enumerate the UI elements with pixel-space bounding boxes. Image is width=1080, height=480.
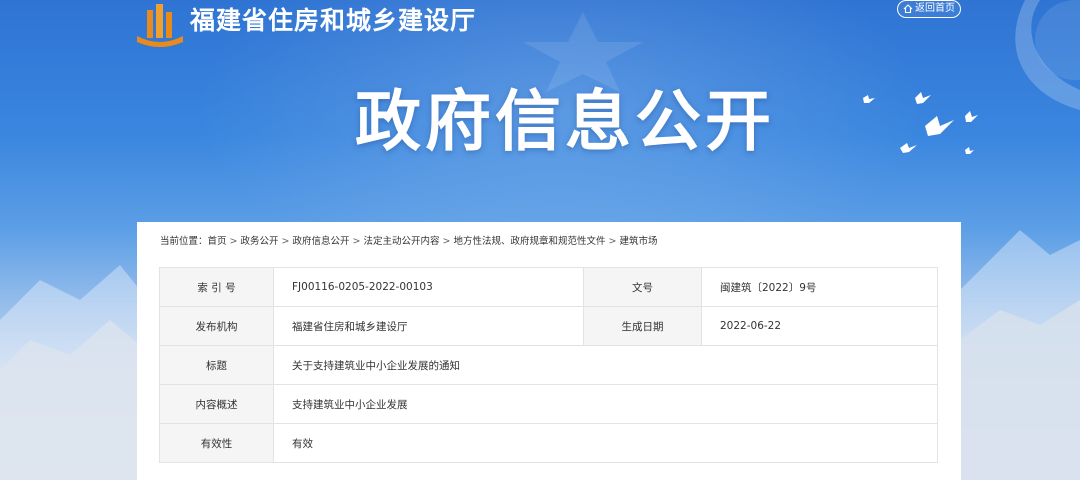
swoosh-decoration xyxy=(1015,0,1080,110)
site-title: 福建省住房和城乡建设厅 xyxy=(190,6,477,35)
index-value: FJ00116-0205-2022-00103 xyxy=(273,267,584,307)
doc-no-value: 闽建筑〔2022〕9号 xyxy=(701,267,938,307)
breadcrumb: 当前位置：首页 > 政务公开 > 政府信息公开 > 法定主动公开内容 > 地方性法规、政府规章和… xyxy=(160,235,657,249)
breadcrumb-separator: > xyxy=(608,236,617,247)
breadcrumb-separator: > xyxy=(229,236,238,247)
title-value: 关于支持建筑业中小企业发展的通知 xyxy=(273,345,938,385)
doves-decoration xyxy=(863,92,978,154)
index-label: 索 引 号 xyxy=(159,267,274,307)
breadcrumb-item-regulations[interactable]: 地方性法规、政府规章和规范性文件 xyxy=(453,236,605,247)
home-button-label: 返回首页 xyxy=(915,3,955,14)
doc-no-label: 文号 xyxy=(583,267,702,307)
summary-label: 内容概述 xyxy=(159,384,274,424)
issuer-label: 发布机构 xyxy=(159,306,274,346)
breadcrumb-item-home[interactable]: 首页 xyxy=(208,236,227,247)
summary-value: 支持建筑业中小企业发展 xyxy=(273,384,938,424)
home-button[interactable]: 返回首页 xyxy=(897,0,961,18)
breadcrumb-item-construction-market[interactable]: 建筑市场 xyxy=(619,236,657,247)
breadcrumb-item-statutory[interactable]: 法定主动公开内容 xyxy=(363,236,439,247)
breadcrumb-separator: > xyxy=(352,236,361,247)
table-row: 有效性 有效 xyxy=(159,423,938,463)
table-row: 内容概述 支持建筑业中小企业发展 xyxy=(159,384,938,424)
logo-icon xyxy=(137,4,183,47)
validity-value: 有效 xyxy=(273,423,938,463)
breadcrumb-prefix: 当前位置： xyxy=(160,236,208,247)
breadcrumb-item-gov-affairs[interactable]: 政务公开 xyxy=(241,236,279,247)
table-row: 标题 关于支持建筑业中小企业发展的通知 xyxy=(159,345,938,385)
home-icon xyxy=(903,3,913,13)
breadcrumb-item-gov-info[interactable]: 政府信息公开 xyxy=(292,236,349,247)
banner-title: 政府信息公开 xyxy=(355,83,775,160)
title-label: 标题 xyxy=(159,345,274,385)
date-value: 2022-06-22 xyxy=(701,306,938,346)
star-decoration xyxy=(523,12,643,92)
table-row: 索 引 号 FJ00116-0205-2022-00103 文号 闽建筑〔202… xyxy=(159,267,938,307)
breadcrumb-separator: > xyxy=(442,236,451,247)
issuer-value: 福建省住房和城乡建设厅 xyxy=(273,306,584,346)
validity-label: 有效性 xyxy=(159,423,274,463)
info-table: 索 引 号 FJ00116-0205-2022-00103 文号 闽建筑〔202… xyxy=(159,267,938,463)
breadcrumb-separator: > xyxy=(281,236,290,247)
table-row: 发布机构 福建省住房和城乡建设厅 生成日期 2022-06-22 xyxy=(159,306,938,346)
date-label: 生成日期 xyxy=(583,306,702,346)
